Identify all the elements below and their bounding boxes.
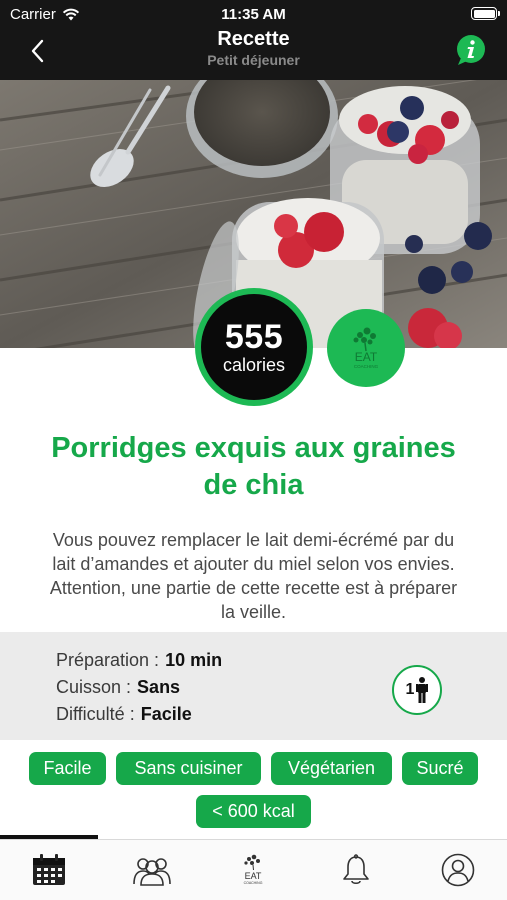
recipe-title-line: Porridges exquis aux graines xyxy=(51,432,456,464)
recipe-details: Préparation :10 min Cuisson : Sans Diffic… xyxy=(0,632,507,740)
bell-icon xyxy=(343,854,369,885)
tag-chip[interactable]: < 600 kcal xyxy=(196,795,311,828)
tab-logo-brand: EAT xyxy=(245,871,262,881)
description-line: Attention, une partie de cette recette e… xyxy=(49,578,458,598)
cooking-label: Cuisson : xyxy=(56,677,132,697)
eat-logo-icon: EAT COACHING xyxy=(244,854,263,885)
tag-chip[interactable]: Sans cuisiner xyxy=(116,752,261,785)
cooking-row: Cuisson : Sans xyxy=(56,677,180,698)
clock: 11:35 AM xyxy=(221,6,286,23)
recipe-title-line: de chia xyxy=(203,469,304,501)
prep-time-row: Préparation :10 min xyxy=(56,650,222,671)
navigation-bar: Recette Petit déjeuner xyxy=(0,28,507,80)
tab-community[interactable] xyxy=(132,852,172,888)
calories-badge: 555 calories xyxy=(195,288,313,406)
logo-tagline: COACHING xyxy=(354,364,379,369)
calories-value: 555 xyxy=(224,318,284,356)
recipe-title: Porridges exquis aux graines de chia xyxy=(30,430,477,504)
community-icon xyxy=(133,858,171,886)
description-line: lait d’amandes et ajouter du miel selon … xyxy=(52,554,455,574)
servings-count: 1 xyxy=(405,681,415,698)
tab-profile[interactable] xyxy=(438,852,478,888)
info-button[interactable] xyxy=(455,34,487,68)
person-icon xyxy=(416,677,429,703)
eat-coaching-logo: EAT COACHING xyxy=(327,309,405,387)
recipe-description: Vous pouvez remplacer le lait demi-écrém… xyxy=(22,528,485,624)
logo-brand: EAT xyxy=(355,350,378,364)
difficulty-row: Difficulté : Facile xyxy=(56,704,192,725)
eat-logo-icon: EAT COACHING xyxy=(353,327,379,369)
calories-unit: calories xyxy=(222,355,286,375)
description-line: Vous pouvez remplacer le lait demi-écrém… xyxy=(52,530,455,550)
servings-button[interactable]: 1 xyxy=(392,665,442,715)
tag-chip[interactable]: Facile xyxy=(29,752,106,785)
calendar-icon xyxy=(33,854,65,885)
prep-time-value: 10 min xyxy=(165,650,223,670)
profile-icon xyxy=(441,853,475,887)
tab-home[interactable]: EAT COACHING xyxy=(233,852,273,888)
status-bar: Carrier 11:35 AM xyxy=(0,0,507,28)
difficulty-value: Facile xyxy=(140,704,192,724)
battery-icon xyxy=(471,7,500,20)
cooking-value: Sans xyxy=(137,677,181,697)
prep-time-label: Préparation : xyxy=(56,650,160,670)
nav-titles: Recette Petit déjeuner xyxy=(0,28,507,69)
tab-notifications[interactable] xyxy=(336,852,376,888)
tab-logo-tagline: COACHING xyxy=(244,881,263,885)
page-subtitle: Petit déjeuner xyxy=(207,52,300,68)
tag-chip[interactable]: Sucré xyxy=(402,752,478,785)
page-title: Recette xyxy=(217,28,290,50)
description-line: la veille. xyxy=(220,602,287,622)
tab-calendar[interactable] xyxy=(29,852,69,888)
tab-bar: EAT COACHING xyxy=(0,839,507,900)
tag-chip[interactable]: Végétarien xyxy=(271,752,392,785)
info-icon xyxy=(457,35,485,65)
difficulty-label: Difficulté : xyxy=(56,704,135,724)
